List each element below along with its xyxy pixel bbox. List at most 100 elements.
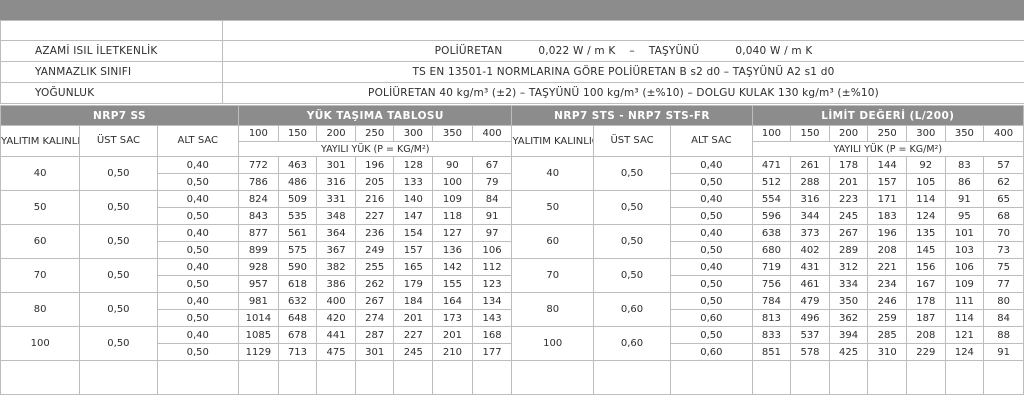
left-load-value: 184 [393, 292, 434, 310]
left-load-value: 147 [393, 207, 434, 225]
left-bottom-sheet-cell: 0,50 [156, 173, 240, 191]
left-load-value: 165 [393, 258, 434, 276]
table-row: 50 0,50 0,40 824 509 331 216 140 109 84 50 0,50 0,40… [0, 190, 1024, 225]
properties-spacer-row [0, 20, 1024, 41]
right-load-value: 756 [751, 275, 792, 293]
right-bottom-sheet-cell: 0,50 [670, 326, 753, 344]
left-load-value: 112 [471, 258, 513, 276]
right-load-value: 68 [983, 207, 1024, 225]
right-bottom-sheet-header: ALT SAC [670, 125, 753, 157]
left-load-value: 287 [354, 326, 395, 344]
empty-cell [905, 360, 946, 395]
right-load-value: 111 [944, 292, 985, 310]
right-load-value: 145 [905, 241, 946, 259]
right-load-value: 245 [828, 207, 869, 225]
right-load-value: 208 [867, 241, 907, 259]
right-load-value: 221 [867, 258, 907, 276]
right-load-value: 310 [867, 343, 907, 361]
left-load-value: 981 [238, 292, 279, 310]
left-bottom-sheet-cell: 0,50 [156, 309, 240, 327]
right-bottom-sheet-cell: 0,50 [670, 241, 753, 259]
left-load-value: 173 [432, 309, 473, 327]
table-row: 80 0,50 0,40 981 632 400 267 184 164 134 80 0,60 0,5… [0, 292, 1024, 327]
left-load-value: 535 [277, 207, 318, 225]
table-row: 40 0,50 0,40 772 463 301 196 128 90 67 40 0,50 0,40 4… [0, 156, 1024, 191]
left-load-value: 274 [354, 309, 395, 327]
left-load-value: 90 [432, 156, 473, 174]
left-load-value: 123 [471, 275, 513, 293]
right-bottom-sheet-cell: 0,40 [670, 224, 753, 242]
right-load-value: 223 [828, 190, 869, 208]
property-row-fire: YANMAZLIK SINIFI TS EN 13501-1 NORMLARIN… [0, 61, 1024, 83]
left-load-value: 441 [316, 326, 356, 344]
left-load-value: 109 [432, 190, 473, 208]
right-top-sheet-cell: 0,50 [592, 156, 672, 191]
right-unit-label: YAYILI YÜK (P = KG/M²) [751, 141, 1024, 157]
right-load-value: 496 [790, 309, 830, 327]
right-load-value: 554 [751, 190, 792, 208]
left-bottom-sheet-cell: 0,50 [156, 275, 240, 293]
left-bottom-sheet-cell: 0,40 [156, 258, 240, 276]
right-load-value: 638 [751, 224, 792, 242]
empty-cell [156, 360, 240, 395]
right-thickness-cell: 100 [511, 326, 594, 361]
right-load-value: 196 [867, 224, 907, 242]
right-bottom-sheet-cell: 0,40 [670, 190, 753, 208]
left-load-value: 133 [393, 173, 434, 191]
right-thickness-cell: 70 [511, 258, 594, 293]
left-load-value: 648 [277, 309, 318, 327]
right-load-value: 288 [790, 173, 830, 191]
right-load-value: 171 [867, 190, 907, 208]
right-load-value: 114 [905, 190, 946, 208]
empty-cell [432, 360, 473, 395]
left-load-value: 331 [316, 190, 356, 208]
right-load-value: 57 [983, 156, 1024, 174]
left-load-value: 367 [316, 241, 356, 259]
right-bottom-sheet-cell: 0,50 [670, 292, 753, 310]
right-load-value: 75 [983, 258, 1024, 276]
right-load-value: 73 [983, 241, 1024, 259]
left-top-sheet-cell: 0,50 [79, 326, 158, 361]
empty-cell [983, 360, 1024, 395]
right-bottom-sheet-cell: 0,60 [670, 343, 753, 361]
left-span-header: 150 [277, 125, 318, 142]
right-bottom-sheet-cell: 0,50 [670, 207, 753, 225]
right-load-value: 84 [983, 309, 1024, 327]
left-load-value: 957 [238, 275, 279, 293]
right-load-value: 88 [983, 326, 1024, 344]
left-load-value: 168 [471, 326, 513, 344]
left-bottom-sheet-cell: 0,40 [156, 190, 240, 208]
left-load-value: 127 [432, 224, 473, 242]
left-load-value: 67 [471, 156, 513, 174]
left-bottom-sheet-cell: 0,40 [156, 292, 240, 310]
left-load-value: 201 [432, 326, 473, 344]
right-span-header: 150 [790, 125, 830, 142]
left-load-value: 155 [432, 275, 473, 293]
right-load-value: 83 [944, 156, 985, 174]
right-load-value: 334 [828, 275, 869, 293]
pu-name: POLİÜRETAN [434, 45, 503, 57]
right-load-value: 91 [983, 343, 1024, 361]
right-load-value: 259 [867, 309, 907, 327]
right-load-value: 124 [905, 207, 946, 225]
left-load-value: 1085 [238, 326, 279, 344]
left-load-value: 196 [354, 156, 395, 174]
empty-cell [354, 360, 395, 395]
empty-cell [790, 360, 830, 395]
right-load-value: 813 [751, 309, 792, 327]
property-value: POLİÜRETAN 40 kg/m³ (±2) – TAŞYÜNÜ 100 k… [222, 82, 1024, 104]
left-load-value: 91 [471, 207, 513, 225]
left-top-sheet-cell: 0,50 [79, 190, 158, 225]
left-load-value: 128 [393, 156, 434, 174]
left-load-value: 142 [432, 258, 473, 276]
table-row: 70 0,50 0,40 928 590 382 255 165 142 112 70 0,50 0,4… [0, 258, 1024, 293]
right-load-value: 431 [790, 258, 830, 276]
right-load-value: 362 [828, 309, 869, 327]
left-load-value: 157 [393, 241, 434, 259]
table-header-row: NRP7 SS YÜK TAŞIMA TABLOSU NRP7 STS - NR… [0, 105, 1024, 126]
left-span-header: 350 [432, 125, 473, 142]
right-load-value: 316 [790, 190, 830, 208]
left-span-header: 200 [316, 125, 356, 142]
left-top-sheet-cell: 0,50 [79, 224, 158, 259]
left-load-value: 316 [316, 173, 356, 191]
